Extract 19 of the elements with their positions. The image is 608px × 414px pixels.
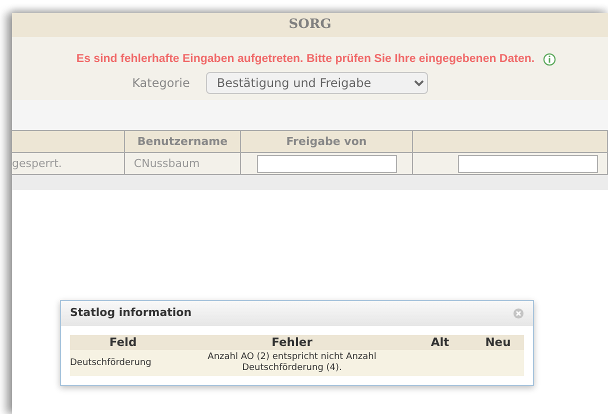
column-header: Feld <box>70 335 176 350</box>
table-cell: CNussbaum <box>124 152 241 175</box>
table-cell: gesperrt. <box>12 152 124 175</box>
table-cell-text: Anzahl AO (2) entspricht nicht Anzahl Deutschförderung (4). <box>206 352 378 374</box>
category-dropdown[interactable]: Bestätigung und Freigabe <box>206 72 428 94</box>
info-icon[interactable] <box>542 53 556 66</box>
column-header: Benutzername <box>124 130 241 153</box>
column-header: Fehler <box>176 335 408 350</box>
dialog-title: Statlog information <box>70 305 192 322</box>
column-header: Alt <box>408 335 472 350</box>
close-icon[interactable] <box>513 308 524 319</box>
table-cell: Deutschförderung <box>70 358 152 368</box>
error-message: Es sind fehlerhafte Eingaben aufgetreten. Bitte prüfen Sie Ihre eingegebenen Daten. <box>76 52 535 67</box>
column-header: Freigabe von <box>240 130 412 153</box>
text-input[interactable] <box>458 154 598 173</box>
category-label: Kategorie <box>132 75 190 92</box>
page-title: SORG <box>288 16 332 34</box>
text-input[interactable] <box>256 154 396 173</box>
column-header: Neu <box>472 335 524 350</box>
